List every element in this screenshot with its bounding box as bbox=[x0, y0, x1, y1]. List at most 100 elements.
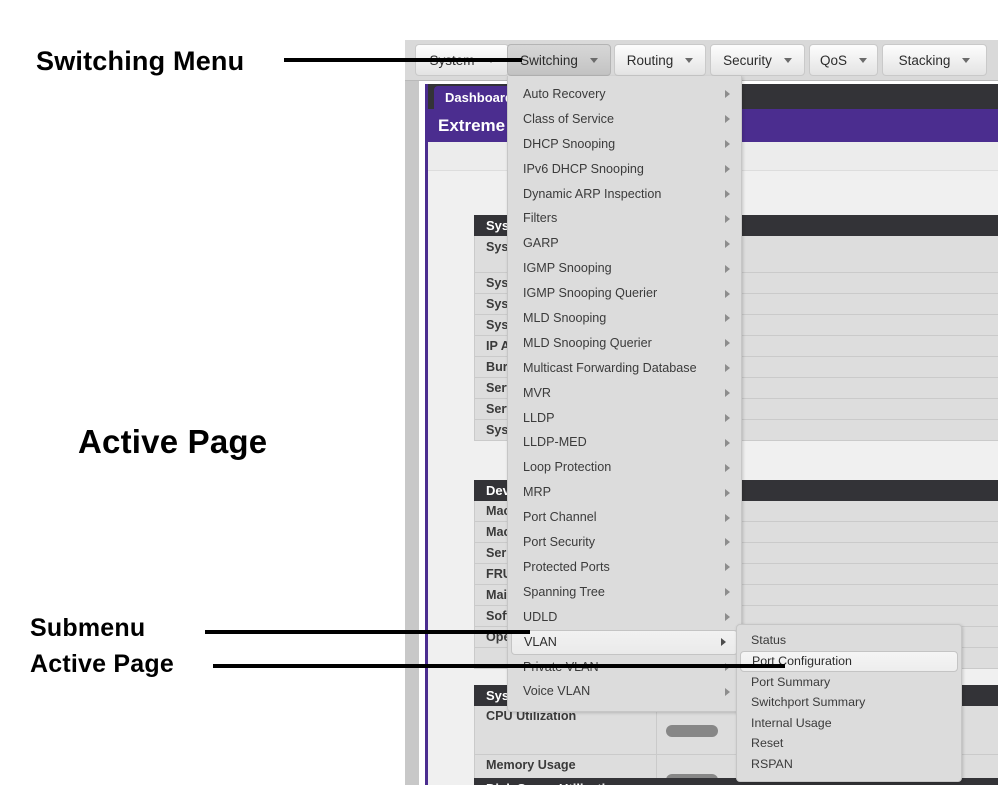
chevron-down-icon bbox=[783, 57, 792, 63]
menu-button-routing[interactable]: Routing bbox=[614, 44, 706, 76]
submenu-item-port-summary[interactable]: Port Summary bbox=[737, 672, 961, 693]
menu-item-label: VLAN bbox=[524, 634, 557, 649]
chevron-right-icon bbox=[725, 613, 730, 622]
chevron-right-icon bbox=[725, 513, 730, 522]
menu-item-class-of-service[interactable]: Class of Service bbox=[508, 107, 741, 132]
menu-item-label: Auto Recovery bbox=[523, 87, 606, 101]
menu-item-loop-protection[interactable]: Loop Protection bbox=[508, 455, 741, 480]
menu-item-lldp[interactable]: LLDP bbox=[508, 406, 741, 431]
chevron-right-icon bbox=[725, 538, 730, 547]
menu-item-multicast-forwarding-database[interactable]: Multicast Forwarding Database bbox=[508, 356, 741, 381]
chevron-right-icon bbox=[725, 364, 730, 373]
annotation-leader-submenu-active-overlap bbox=[400, 664, 785, 668]
annotation-switching-menu: Switching Menu bbox=[36, 46, 245, 76]
menu-item-protected-ports[interactable]: Protected Ports bbox=[508, 555, 741, 580]
menu-button-label: Security bbox=[723, 52, 772, 68]
menu-button-label: Switching bbox=[520, 52, 578, 68]
switching-dropdown-menu: Auto Recovery Class of Service DHCP Snoo… bbox=[507, 76, 742, 713]
menu-item-label: Spanning Tree bbox=[523, 584, 605, 599]
menu-item-label: Port Security bbox=[523, 535, 596, 550]
menu-item-voice-vlan[interactable]: Voice VLAN bbox=[508, 679, 741, 704]
menu-item-label: Multicast Forwarding Database bbox=[523, 360, 697, 375]
chevron-right-icon bbox=[725, 214, 730, 223]
chevron-right-icon bbox=[725, 389, 730, 398]
vlan-submenu: Status Port Configuration Port Summary S… bbox=[736, 624, 962, 782]
menu-item-mld-snooping-querier[interactable]: MLD Snooping Querier bbox=[508, 331, 741, 356]
submenu-item-reset[interactable]: Reset bbox=[737, 733, 961, 754]
menu-item-dynamic-arp-inspection[interactable]: Dynamic ARP Inspection bbox=[508, 182, 741, 207]
annotation-active-page: Active Page bbox=[78, 423, 268, 460]
chevron-right-icon bbox=[725, 438, 730, 447]
menu-item-port-channel[interactable]: Port Channel bbox=[508, 505, 741, 530]
submenu-item-rspan[interactable]: RSPAN bbox=[737, 754, 961, 775]
menu-button-qos[interactable]: QoS bbox=[809, 44, 878, 76]
menu-item-label: MRP bbox=[523, 485, 551, 500]
chevron-down-icon bbox=[685, 57, 694, 63]
submenu-item-internal-usage[interactable]: Internal Usage bbox=[737, 713, 961, 734]
menu-item-label: Filters bbox=[523, 211, 558, 226]
menu-item-label: Port Channel bbox=[523, 510, 597, 525]
screenshot-root: Switching Menu Active Page Submenu Activ… bbox=[0, 0, 998, 800]
menu-item-label: MLD Snooping Querier bbox=[523, 335, 652, 350]
menu-item-auto-recovery[interactable]: Auto Recovery bbox=[508, 82, 741, 107]
menu-item-label: Protected Ports bbox=[523, 559, 610, 574]
menu-item-spanning-tree[interactable]: Spanning Tree bbox=[508, 580, 741, 605]
menu-button-label: Stacking bbox=[898, 52, 951, 68]
menu-item-label: MVR bbox=[523, 385, 551, 400]
menu-item-port-security[interactable]: Port Security bbox=[508, 530, 741, 555]
menu-item-udld[interactable]: UDLD bbox=[508, 605, 741, 630]
chevron-right-icon bbox=[725, 289, 730, 298]
chevron-right-icon bbox=[725, 165, 730, 174]
menu-item-label: LLDP-MED bbox=[523, 435, 587, 450]
menu-item-label: DHCP Snooping bbox=[523, 136, 616, 151]
chevron-right-icon bbox=[725, 190, 730, 198]
row-label: CPU Utilization bbox=[475, 706, 657, 754]
chevron-right-icon bbox=[725, 687, 730, 696]
menu-item-label: LLDP bbox=[523, 410, 555, 425]
menu-item-mld-snooping[interactable]: MLD Snooping bbox=[508, 306, 741, 331]
chevron-right-icon bbox=[725, 414, 730, 423]
chevron-down-icon bbox=[589, 57, 598, 63]
menu-item-vlan[interactable]: VLAN bbox=[511, 629, 738, 655]
annotation-submenu: Submenu bbox=[30, 614, 146, 642]
chevron-right-icon bbox=[725, 90, 730, 99]
submenu-item-status[interactable]: Status bbox=[737, 630, 961, 651]
chevron-right-icon bbox=[725, 588, 730, 597]
application-window: Dashboard Address Table Extreme 220 Syst… bbox=[405, 40, 998, 785]
annotation-submenu-active-page: Active Page bbox=[30, 650, 174, 678]
menu-item-label: Loop Protection bbox=[523, 460, 612, 475]
menu-item-label: MLD Snooping bbox=[523, 311, 607, 326]
menu-button-security[interactable]: Security bbox=[710, 44, 805, 76]
menu-button-stacking[interactable]: Stacking bbox=[882, 44, 987, 76]
chevron-right-icon bbox=[725, 314, 730, 323]
menu-item-label: UDLD bbox=[523, 609, 558, 624]
menu-item-label: IGMP Snooping bbox=[523, 261, 612, 276]
menu-button-label: QoS bbox=[820, 52, 848, 68]
chevron-right-icon bbox=[725, 264, 730, 273]
annotation-leader-switching-menu-overlap bbox=[400, 58, 522, 62]
chevron-down-icon bbox=[859, 57, 868, 63]
menu-item-mrp[interactable]: MRP bbox=[508, 480, 741, 505]
menu-item-label: Voice VLAN bbox=[523, 684, 591, 699]
menu-item-igmp-snooping-querier[interactable]: IGMP Snooping Querier bbox=[508, 281, 741, 306]
menu-item-filters[interactable]: Filters bbox=[508, 206, 741, 231]
menu-item-garp[interactable]: GARP bbox=[508, 231, 741, 256]
menu-item-label: GARP bbox=[523, 236, 559, 251]
menu-button-label: Routing bbox=[626, 52, 674, 68]
menu-item-ipv6-dhcp-snooping[interactable]: IPv6 DHCP Snooping bbox=[508, 157, 741, 182]
menu-item-label: IGMP Snooping Querier bbox=[523, 286, 658, 301]
submenu-item-switchport-summary[interactable]: Switchport Summary bbox=[737, 692, 961, 713]
window-left-gutter bbox=[405, 40, 419, 785]
chevron-right-icon bbox=[725, 463, 730, 472]
menu-item-label: IPv6 DHCP Snooping bbox=[523, 161, 644, 176]
menu-item-dhcp-snooping[interactable]: DHCP Snooping bbox=[508, 132, 741, 157]
menu-item-lldp-med[interactable]: LLDP-MED bbox=[508, 430, 741, 455]
submenu-item-port-configuration[interactable]: Port Configuration bbox=[740, 650, 958, 672]
menu-item-igmp-snooping[interactable]: IGMP Snooping bbox=[508, 256, 741, 281]
menu-item-mvr[interactable]: MVR bbox=[508, 381, 741, 406]
chevron-right-icon bbox=[725, 115, 730, 124]
chevron-right-icon bbox=[721, 638, 726, 647]
annotation-leader-submenu-overlap bbox=[400, 630, 530, 634]
chevron-right-icon bbox=[725, 140, 730, 149]
menu-button-switching[interactable]: Switching bbox=[507, 44, 611, 76]
